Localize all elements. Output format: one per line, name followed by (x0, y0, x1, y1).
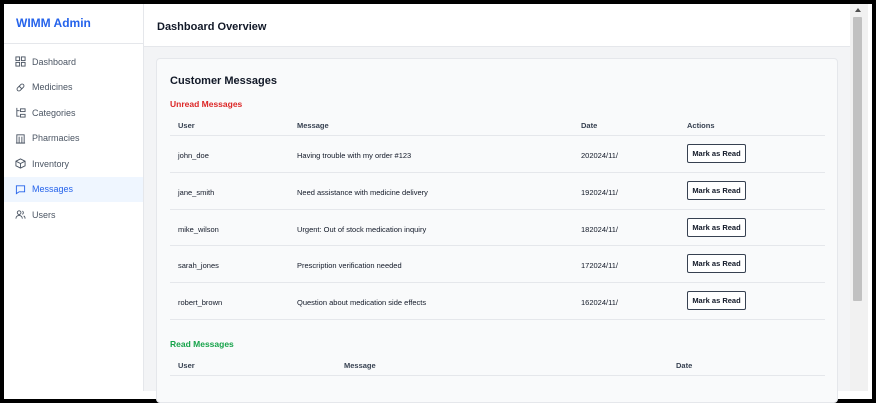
category-tree-icon (15, 107, 26, 118)
message-date: 202024/11/ (581, 151, 618, 160)
vertical-scrollbar[interactable] (850, 4, 868, 391)
column-header-message: Message (344, 361, 376, 370)
customer-messages-card: Customer Messages Unread Messages User M… (156, 58, 838, 403)
brand-logo[interactable]: WIMM Admin (4, 4, 143, 44)
scroll-up-arrow-icon[interactable] (855, 8, 861, 12)
message-user: mike_wilson (178, 224, 219, 234)
message-user: john_doe (178, 151, 209, 160)
mark-as-read-button[interactable]: Mark as Read (687, 217, 746, 237)
message-text: Question about medication side effects (297, 298, 427, 308)
table-row: john_doe Having trouble with my order #1… (170, 136, 825, 173)
mark-as-read-button[interactable]: Mark as Read (687, 144, 746, 163)
sidebar-item-label: Dashboard (32, 56, 77, 67)
message-date: 172024/11/ (581, 261, 618, 271)
message-text: Urgent: Out of stock medication inquiry (297, 224, 427, 234)
sidebar-item-pharmacies[interactable]: Pharmacies (4, 126, 143, 152)
message-user: jane_smith (178, 187, 215, 197)
message-text: Having trouble with my order #123 (297, 151, 412, 160)
sidebar-item-label: Users (32, 209, 56, 220)
table-row: jane_smith Need assistance with medicine… (170, 173, 825, 210)
sidebar: WIMM Admin Dashboard Medicines Categorie… (4, 4, 144, 391)
sidebar-item-label: Medicines (32, 82, 73, 93)
message-date: 162024/11/ (581, 298, 618, 308)
read-table-header: User Message Date (170, 354, 825, 376)
sidebar-item-inventory[interactable]: Inventory (4, 151, 143, 177)
table-row: robert_brown Question about medication s… (170, 283, 825, 320)
scrollbar-thumb[interactable] (853, 17, 862, 301)
users-icon (15, 209, 26, 220)
pill-icon (15, 82, 26, 93)
sidebar-item-label: Messages (32, 184, 74, 195)
sidebar-nav: Dashboard Medicines Categories Pharmacie… (4, 49, 143, 228)
building-icon (15, 133, 26, 144)
message-date: 192024/11/ (581, 187, 618, 197)
mark-as-read-button[interactable]: Mark as Read (687, 180, 746, 200)
page-title: Dashboard Overview (144, 4, 850, 47)
sidebar-item-label: Categories (32, 107, 76, 118)
sidebar-item-label: Inventory (32, 158, 70, 169)
message-date: 182024/11/ (581, 224, 618, 234)
message-user: sarah_jones (178, 261, 219, 271)
mark-as-read-button[interactable]: Mark as Read (687, 254, 746, 274)
column-header-actions: Actions (687, 121, 715, 130)
read-messages-label: Read Messages (170, 339, 234, 349)
column-header-date: Date (581, 121, 598, 130)
mark-as-read-button[interactable]: Mark as Read (687, 291, 746, 311)
table-row: mike_wilson Urgent: Out of stock medicat… (170, 210, 825, 247)
column-header-message: Message (297, 121, 329, 130)
sidebar-item-dashboard[interactable]: Dashboard (4, 49, 143, 75)
unread-table-header: User Message Date Actions (170, 114, 825, 136)
column-header-user: User (178, 361, 195, 370)
unread-messages-label: Unread Messages (170, 99, 243, 109)
sidebar-item-users[interactable]: Users (4, 202, 143, 228)
message-icon (15, 184, 26, 195)
message-text: Need assistance with medicine delivery (297, 187, 428, 197)
main-content: Dashboard Overview Customer Messages Unr… (144, 4, 850, 403)
grid-icon (15, 56, 26, 67)
sidebar-item-medicines[interactable]: Medicines (4, 75, 143, 101)
sidebar-item-messages[interactable]: Messages (4, 176, 143, 202)
column-header-user: User (178, 121, 195, 130)
sidebar-item-label: Pharmacies (32, 133, 80, 144)
table-row: sarah_jones Prescription verification ne… (170, 246, 825, 284)
box-icon (15, 158, 26, 169)
message-user: robert_brown (178, 298, 223, 308)
column-header-date: Date (676, 361, 693, 370)
sidebar-item-categories[interactable]: Categories (4, 100, 143, 126)
card-title: Customer Messages (170, 75, 277, 87)
message-text: Prescription verification needed (297, 261, 402, 271)
